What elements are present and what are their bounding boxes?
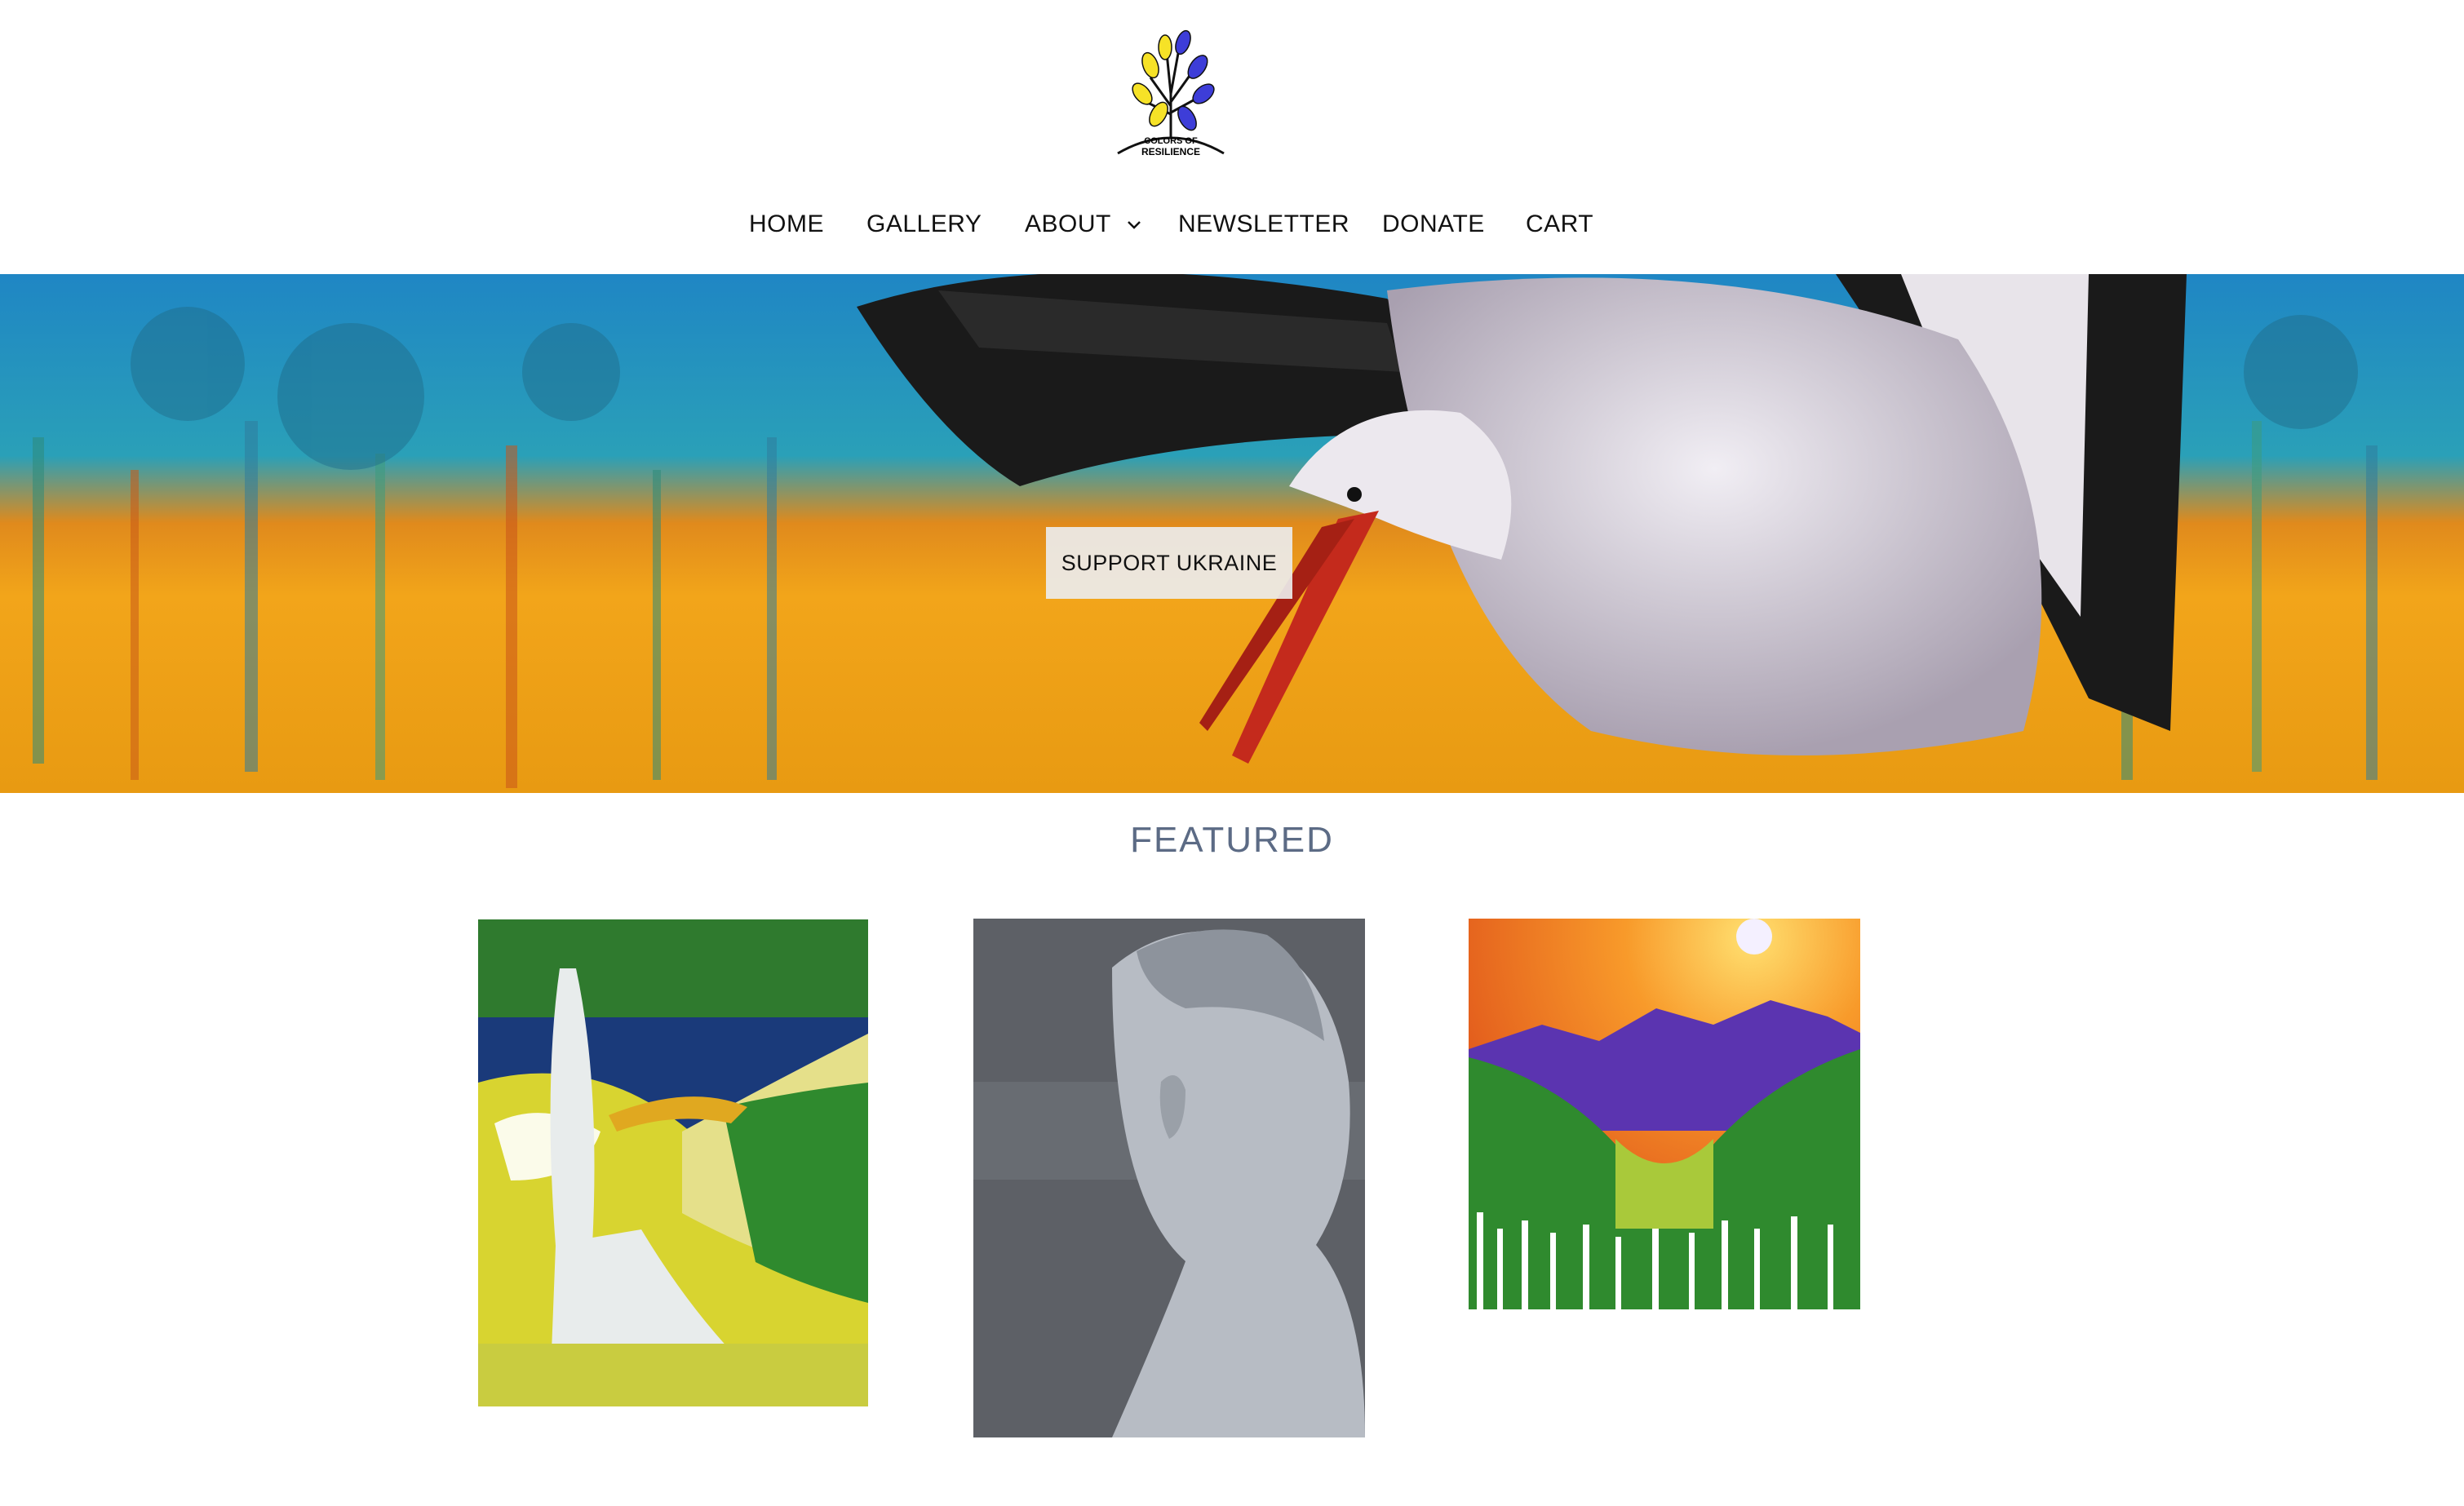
nav-donate[interactable]: DONATE [1382,210,1485,238]
nav-newsletter[interactable]: NEWSLETTER [1178,210,1349,238]
chevron-down-icon [1128,221,1141,229]
nav-about[interactable]: ABOUT [1025,210,1142,238]
main-nav: HOME GALLERY ABOUT NEWSLETTER DONATE CAR… [0,202,2464,251]
tree-logo-icon [1117,29,1225,155]
featured-heading: FEATURED [1130,820,1334,860]
site-logo[interactable]: COLORS OF RESILIENCE [1101,16,1240,163]
logo-line-2: RESILIENCE [1141,146,1200,157]
featured-artwork-birch[interactable] [478,919,868,1406]
featured-artwork-mountains[interactable] [1469,919,1860,1309]
nav-cart[interactable]: CART [1526,210,1593,238]
support-ukraine-button[interactable]: SUPPORT UKRAINE [1046,527,1292,599]
logo-line-1: COLORS OF [1144,136,1198,146]
nav-gallery[interactable]: GALLERY [866,210,982,238]
nav-about-label: ABOUT [1025,210,1111,237]
nav-home[interactable]: HOME [749,210,824,238]
featured-artwork-figure[interactable] [973,919,1365,1437]
